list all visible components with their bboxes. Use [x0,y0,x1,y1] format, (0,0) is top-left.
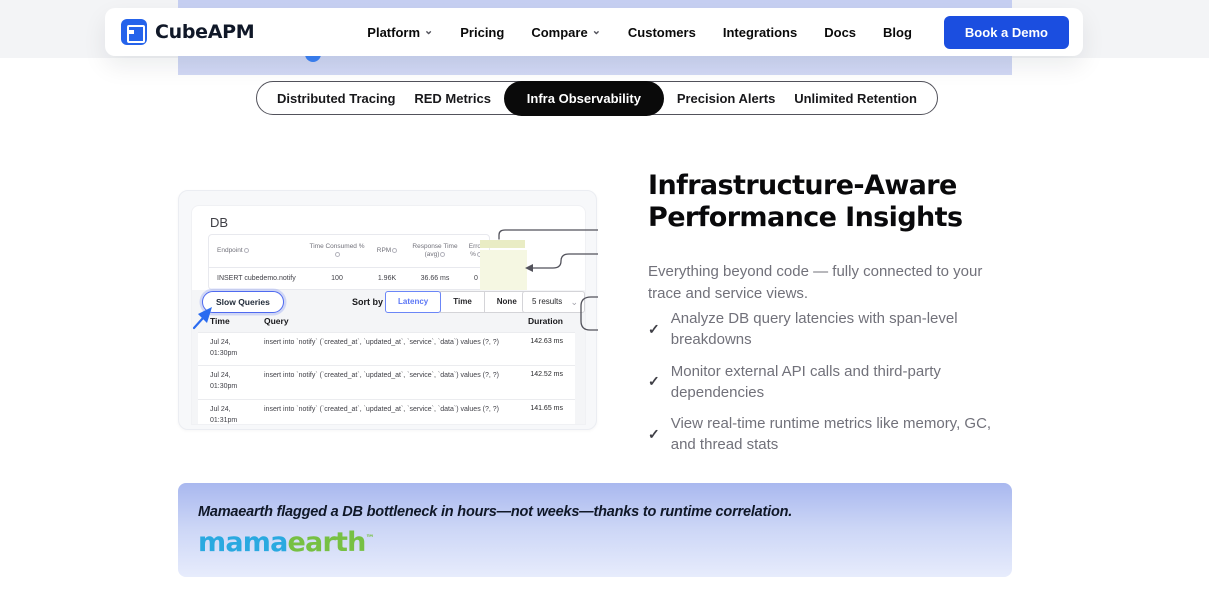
bullet-item: ✓ View real-time runtime metrics like me… [648,413,1010,456]
endpoint-table-row[interactable]: INSERT cubedemo.notify 100 1.96K 36.66 m… [209,268,489,289]
dashboard-screenshot-card: DB Endpoint Time Consumed % RPM Response… [178,190,597,430]
chevron-down-icon: ⌄ [592,26,601,37]
feature-tabbar: Distributed Tracing RED Metrics Infra Ob… [256,81,938,115]
section-title: Infrastructure-Aware Performance Insight… [648,170,998,233]
check-icon: ✓ [648,373,660,390]
select-chevron-icon: ⌄ [570,292,578,312]
col-duration: Duration [507,316,563,326]
nav-links: Platform ⌄ Pricing Compare ⌄ Customers I… [367,25,912,40]
brand-name: CubeAPM [155,21,254,43]
sort-latency-button[interactable]: Latency [385,291,441,313]
slow-queries-button[interactable]: Slow Queries [202,291,284,313]
info-icon [440,252,445,257]
tab-infra-observability[interactable]: Infra Observability [504,81,664,116]
chevron-down-icon: ⌄ [424,26,433,37]
nav-item-blog[interactable]: Blog [883,25,912,40]
check-icon: ✓ [648,321,660,338]
nav-item-integrations[interactable]: Integrations [723,25,797,40]
navbar: CubeAPM Platform ⌄ Pricing Compare ⌄ Cus… [105,8,1083,56]
results-select[interactable]: 5 results ⌄ [522,291,585,313]
book-demo-button[interactable]: Book a Demo [944,16,1069,49]
time-consumed-value: 100 [307,275,367,282]
rpm-value: 1.96K [367,275,407,282]
brand[interactable]: CubeAPM [121,19,254,45]
col-query: Query [264,316,499,326]
info-icon [335,252,340,257]
query-row[interactable]: Jul 24, 01:31pm insert into `notify` (`c… [198,400,575,425]
query-row[interactable]: Jul 24, 01:30pm insert into `notify` (`c… [198,332,575,366]
col-response-time: Response Time (avg) [407,243,463,260]
cubeapm-logo-icon [121,19,147,45]
nav-item-docs[interactable]: Docs [824,25,856,40]
endpoint-table-header: Endpoint Time Consumed % RPM Response Ti… [209,235,489,268]
endpoint-table: Endpoint Time Consumed % RPM Response Ti… [208,234,490,290]
endpoint-value: INSERT cubedemo.notify [209,275,307,282]
trademark-icon: ™ [366,534,374,544]
highlight-block [480,250,527,290]
testimonial-quote: Mamaearth flagged a DB bottleneck in hou… [198,504,792,520]
col-time: Time [210,316,256,326]
sort-by-label: Sort by [352,297,383,307]
info-icon [392,248,397,253]
mamaearth-logo: mamaearth™ [198,527,374,558]
col-rpm: RPM [367,247,407,255]
tab-precision-alerts[interactable]: Precision Alerts [677,91,776,106]
queries-table-body: Jul 24, 01:30pm insert into `notify` (`c… [198,332,575,425]
sort-segmented-control: Latency Time None [385,291,530,313]
bullet-item: ✓ Monitor external API calls and third-p… [648,361,1010,404]
col-time-consumed: Time Consumed % [307,243,367,260]
tab-distributed-tracing[interactable]: Distributed Tracing [277,91,395,106]
sort-time-button[interactable]: Time [440,291,485,313]
db-panel-title: DB [210,215,228,230]
db-panel: DB Endpoint Time Consumed % RPM Response… [191,205,586,425]
nav-item-platform[interactable]: Platform ⌄ [367,25,433,40]
nav-item-pricing[interactable]: Pricing [460,25,504,40]
query-row[interactable]: Jul 24, 01:30pm insert into `notify` (`c… [198,366,575,400]
feature-bullets: ✓ Analyze DB query latencies with span-l… [648,308,1010,466]
section-description: Everything beyond code — fully connected… [648,261,1016,305]
tab-red-metrics[interactable]: RED Metrics [414,91,491,106]
nav-item-compare[interactable]: Compare ⌄ [531,25,601,40]
check-icon: ✓ [648,426,660,443]
bullet-item: ✓ Analyze DB query latencies with span-l… [648,308,1010,351]
nav-item-customers[interactable]: Customers [628,25,696,40]
highlight-strip [480,240,525,248]
testimonial-banner: Mamaearth flagged a DB bottleneck in hou… [178,483,1012,577]
col-endpoint: Endpoint [209,247,307,255]
queries-table-header: Time Query Duration [198,316,575,326]
response-time-value: 36.66 ms [407,275,463,282]
tab-unlimited-retention[interactable]: Unlimited Retention [794,91,917,106]
info-icon [244,248,249,253]
